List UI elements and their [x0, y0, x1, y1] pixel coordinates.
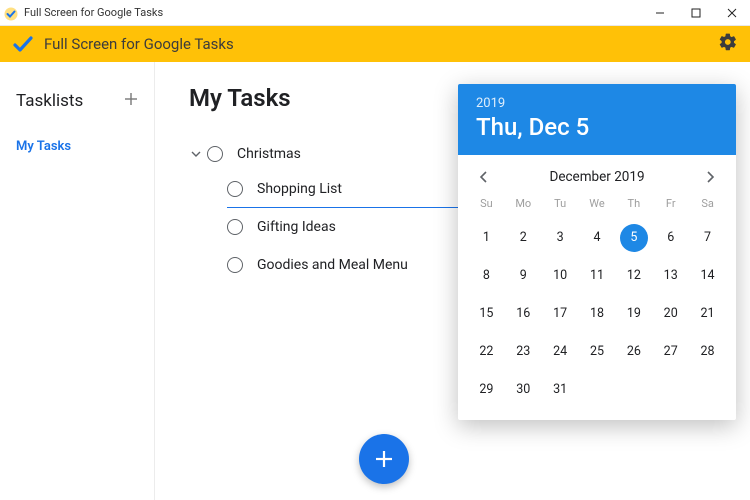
datepicker-day[interactable]: 4: [583, 224, 611, 252]
datepicker-header: 2019 Thu, Dec 5: [458, 84, 736, 155]
datepicker-day[interactable]: 28: [694, 338, 722, 366]
datepicker-day[interactable]: 5: [620, 224, 648, 252]
chevron-right-icon: [705, 171, 715, 183]
datepicker-day[interactable]: 18: [583, 300, 611, 328]
datepicker-day[interactable]: 21: [694, 300, 722, 328]
datepicker-day[interactable]: 19: [620, 300, 648, 328]
datepicker-dow: Tu: [542, 195, 579, 214]
datepicker-dow: Fr: [652, 195, 689, 214]
task-label: Goodies and Meal Menu: [257, 257, 408, 273]
maximize-button[interactable]: [678, 0, 714, 26]
datepicker-day[interactable]: 23: [509, 338, 537, 366]
app-toolbar: Full Screen for Google Tasks: [0, 26, 750, 62]
prev-month-button[interactable]: [474, 171, 494, 183]
expand-toggle[interactable]: [189, 149, 203, 159]
datepicker-day[interactable]: 15: [472, 300, 500, 328]
add-tasklist-button[interactable]: [124, 90, 138, 111]
datepicker-day[interactable]: 14: [694, 262, 722, 290]
datepicker-day[interactable]: 26: [620, 338, 648, 366]
chevron-down-icon: [191, 149, 201, 159]
datepicker-day[interactable]: 12: [620, 262, 648, 290]
datepicker-day[interactable]: 2: [509, 224, 537, 252]
datepicker-day[interactable]: 25: [583, 338, 611, 366]
datepicker-day[interactable]: 11: [583, 262, 611, 290]
datepicker-dow: We: [579, 195, 616, 214]
datepicker: 2019 Thu, Dec 5 December 2019 SuMoTuWeTh…: [458, 84, 736, 420]
datepicker-day[interactable]: 1: [472, 224, 500, 252]
minimize-button[interactable]: [642, 0, 678, 26]
datepicker-dow: Sa: [689, 195, 726, 214]
gear-icon: [718, 32, 738, 52]
task-checkbox[interactable]: [227, 181, 243, 197]
datepicker-grid: SuMoTuWeThFrSa12345678910111213141516171…: [468, 195, 726, 404]
app-logo-icon: [12, 33, 34, 55]
datepicker-day[interactable]: 6: [657, 224, 685, 252]
task-checkbox[interactable]: [227, 257, 243, 273]
datepicker-day[interactable]: 3: [546, 224, 574, 252]
task-label: Gifting Ideas: [257, 219, 336, 235]
sidebar-item-my-tasks[interactable]: My Tasks: [0, 133, 154, 160]
sidebar: Tasklists My Tasks: [0, 62, 155, 500]
datepicker-year[interactable]: 2019: [476, 96, 718, 111]
datepicker-day[interactable]: 13: [657, 262, 685, 290]
plus-icon: [124, 92, 138, 106]
settings-button[interactable]: [718, 32, 738, 56]
datepicker-day[interactable]: 31: [546, 376, 574, 404]
app-icon: [4, 6, 18, 20]
datepicker-day[interactable]: 24: [546, 338, 574, 366]
datepicker-day[interactable]: 8: [472, 262, 500, 290]
datepicker-dow: Su: [468, 195, 505, 214]
task-label: Shopping List: [257, 181, 342, 197]
datepicker-day[interactable]: 17: [546, 300, 574, 328]
datepicker-day[interactable]: 20: [657, 300, 685, 328]
plus-icon: [373, 448, 395, 470]
datepicker-date-display[interactable]: Thu, Dec 5: [476, 113, 718, 141]
datepicker-day[interactable]: 29: [472, 376, 500, 404]
sidebar-heading: Tasklists: [16, 91, 124, 111]
window-titlebar: Full Screen for Google Tasks: [0, 0, 750, 26]
next-month-button[interactable]: [700, 171, 720, 183]
datepicker-day[interactable]: 16: [509, 300, 537, 328]
window-title: Full Screen for Google Tasks: [24, 6, 163, 19]
datepicker-day[interactable]: 9: [509, 262, 537, 290]
app-title: Full Screen for Google Tasks: [44, 35, 234, 53]
window-controls: [642, 0, 750, 26]
datepicker-day[interactable]: 10: [546, 262, 574, 290]
datepicker-day[interactable]: 7: [694, 224, 722, 252]
close-button[interactable]: [714, 0, 750, 26]
datepicker-day[interactable]: 22: [472, 338, 500, 366]
task-label: Christmas: [237, 146, 301, 162]
datepicker-dow: Th: [615, 195, 652, 214]
datepicker-day[interactable]: 30: [509, 376, 537, 404]
task-checkbox[interactable]: [207, 146, 223, 162]
datepicker-day[interactable]: 27: [657, 338, 685, 366]
add-task-fab[interactable]: [359, 434, 409, 484]
datepicker-dow: Mo: [505, 195, 542, 214]
chevron-left-icon: [479, 171, 489, 183]
task-checkbox[interactable]: [227, 219, 243, 235]
datepicker-month-label: December 2019: [549, 169, 644, 185]
